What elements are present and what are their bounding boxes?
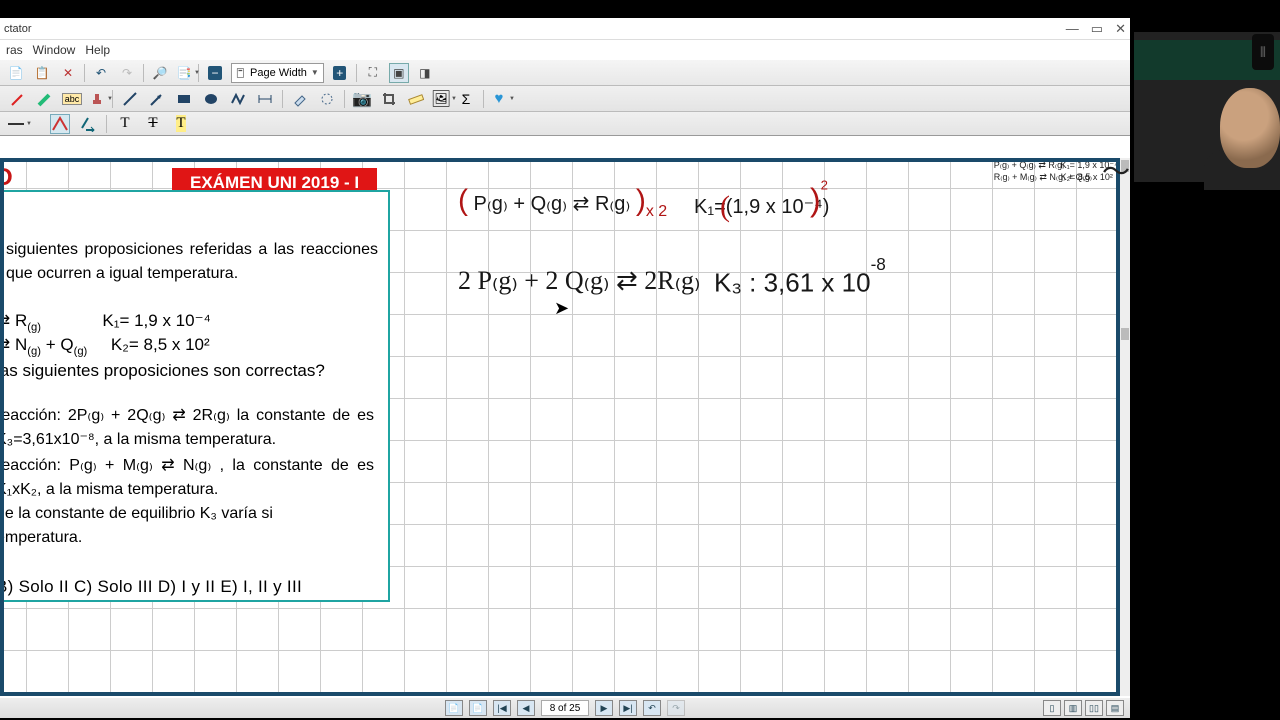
crop-icon[interactable] — [379, 89, 399, 109]
scroll-thumb[interactable] — [1121, 328, 1129, 340]
fullscreen-icon[interactable]: ⛶ — [363, 63, 383, 83]
page-last-button[interactable]: ▶| — [619, 700, 637, 716]
menu-bar: ras Window Help — [0, 40, 1130, 60]
pdf-viewer-window: ctator — ▭ ✕ ras Window Help 📄 📋 ✕ ↶ ↷ 🔎… — [0, 18, 1130, 718]
view-single-icon[interactable]: ▯ — [1043, 700, 1061, 716]
eraser-icon[interactable] — [290, 89, 310, 109]
view-mode-buttons: ▯ ▥ ▯▯ ▤ — [1043, 700, 1124, 716]
zoom-out-icon[interactable]: − — [205, 63, 225, 83]
handwriting-line1: ( P₍g₎ + Q₍g₎ ⇄ R₍g₎ )x 2 — [458, 184, 667, 218]
presentation-icon[interactable]: ▣ — [389, 63, 409, 83]
text-highlight-icon[interactable]: T — [171, 114, 191, 134]
canvas-border: O EXÁMEN UNI 2019 - I siguientes proposi… — [0, 158, 1120, 696]
lasso-icon[interactable] — [317, 89, 337, 109]
line-style-icon[interactable] — [8, 116, 24, 132]
text-normal-icon[interactable]: T — [115, 114, 135, 134]
line-icon[interactable] — [120, 89, 140, 109]
menu-help[interactable]: Help — [85, 43, 110, 57]
page-indicator[interactable] — [541, 700, 589, 716]
window-controls: — ▭ ✕ — [1066, 21, 1126, 37]
ruler-icon[interactable] — [406, 89, 426, 109]
view-facing-icon[interactable]: ▯▯ — [1085, 700, 1103, 716]
tilde-mark: ～ — [1102, 150, 1130, 190]
insert-image-icon[interactable]: 🖼 — [433, 91, 449, 107]
webcam-face — [1220, 88, 1280, 168]
problem-intro: siguientes proposiciones referidas a las… — [6, 238, 378, 286]
undo-icon[interactable]: ↶ — [91, 63, 111, 83]
proposition-1: reacción: 2P₍g₎ + 2Q₍g₎ ⇄ 2R₍g₎ la const… — [4, 404, 374, 452]
arrow-icon[interactable] — [147, 89, 167, 109]
menu-window[interactable]: Window — [33, 43, 76, 57]
page-last-doc-icon[interactable]: 📄 — [469, 700, 487, 716]
format-toolbar: T T T — [0, 112, 1130, 136]
redo-icon[interactable]: ↷ — [117, 63, 137, 83]
workspace: O EXÁMEN UNI 2019 - I siguientes proposi… — [0, 158, 1130, 696]
search-icon[interactable]: 🔎 — [150, 63, 170, 83]
main-toolbar: 📄 📋 ✕ ↶ ↷ 🔎 📑 − Page Width ▼ + ⛶ ▣ ◨ — [0, 60, 1130, 86]
page-first-button[interactable]: |◀ — [493, 700, 511, 716]
zoom-label: Page Width — [250, 67, 307, 79]
page-next-button[interactable]: ▶ — [595, 700, 613, 716]
highlighter-icon[interactable] — [35, 89, 55, 109]
pen-icon[interactable] — [8, 89, 28, 109]
nav-fwd-button[interactable]: ↷ — [667, 700, 685, 716]
minimize-button[interactable]: — — [1066, 21, 1079, 37]
goto-icon[interactable]: 📑 — [176, 65, 192, 81]
nav-back-button[interactable]: ↶ — [643, 700, 661, 716]
stamp-icon[interactable] — [89, 91, 105, 107]
zoom-select[interactable]: Page Width ▼ — [231, 63, 324, 83]
polyline-icon[interactable] — [228, 89, 248, 109]
rect-icon[interactable] — [174, 89, 194, 109]
problem-number: O — [4, 164, 13, 192]
handwriting-square: )2 — [810, 168, 828, 205]
convert-icon[interactable] — [78, 114, 98, 134]
problem-box: siguientes proposiciones referidas a las… — [4, 190, 390, 602]
edge-style-icon[interactable] — [50, 114, 70, 134]
snapshot-icon[interactable]: 📷 — [352, 89, 372, 109]
open-paren-red: ( — [720, 190, 730, 224]
view-book-icon[interactable]: ▤ — [1106, 700, 1124, 716]
dimension-icon[interactable] — [255, 89, 275, 109]
copy-icon[interactable]: 📋 — [32, 63, 52, 83]
proposition-2: reacción: P₍g₎ + M₍g₎ ⇄ N₍g₎ , la consta… — [4, 454, 374, 502]
page-prev-button[interactable]: ◀ — [517, 700, 535, 716]
proposition-3: de la constante de equilibrio K₃ varía s… — [4, 502, 316, 550]
page-first-doc-icon[interactable]: 📄 — [445, 700, 463, 716]
text-strike-icon[interactable]: T — [143, 114, 163, 134]
formula-icon[interactable]: Σ — [456, 89, 476, 109]
title-bar: ctator — ▭ ✕ — [0, 18, 1130, 40]
status-bar: 📄 📄 |◀ ◀ ▶ ▶| ↶ ↷ ▯ ▥ ▯▯ ▤ — [0, 698, 1130, 718]
open-icon[interactable]: 📄 — [6, 63, 26, 83]
webcam-object-icon: ⦀ — [1252, 34, 1274, 70]
zoom-in-icon[interactable]: + — [330, 63, 350, 83]
cursor-icon: ➤ — [554, 298, 569, 319]
webcam-overlay: ⦀ — [1134, 32, 1280, 182]
ellipse-icon[interactable] — [201, 89, 221, 109]
view-cont-icon[interactable]: ▥ — [1064, 700, 1082, 716]
equation-2: ⇄ N(g) + Q(g) K₂= 8,5 x 10² — [4, 332, 210, 360]
problem-question: las siguientes proposiciones son correct… — [4, 358, 325, 384]
delete-icon[interactable]: ✕ — [58, 63, 78, 83]
vertical-scrollbar[interactable] — [1120, 158, 1130, 696]
page-canvas[interactable]: O EXÁMEN UNI 2019 - I siguientes proposi… — [4, 162, 1116, 692]
handwriting-line2-k: K₃ : 3,61 x 10-8 — [714, 266, 886, 299]
handwriting-line2-eq: 2 P₍g₎ + 2 Q₍g₎ ⇄ 2R₍g₎ — [458, 266, 700, 296]
annotation-toolbar: abc 📷 🖼 Σ ♥ — [0, 86, 1130, 112]
answer-options: B) Solo II C) Solo III D) I y II E) I, I… — [4, 574, 302, 600]
maximize-button[interactable]: ▭ — [1091, 21, 1103, 37]
text-box-icon[interactable]: abc — [62, 89, 82, 109]
menu-extras[interactable]: ras — [6, 43, 23, 57]
two-page-icon[interactable]: ◨ — [415, 63, 435, 83]
favorite-icon[interactable]: ♥ — [491, 91, 507, 107]
window-title: ctator — [4, 23, 32, 35]
close-button[interactable]: ✕ — [1115, 21, 1126, 37]
